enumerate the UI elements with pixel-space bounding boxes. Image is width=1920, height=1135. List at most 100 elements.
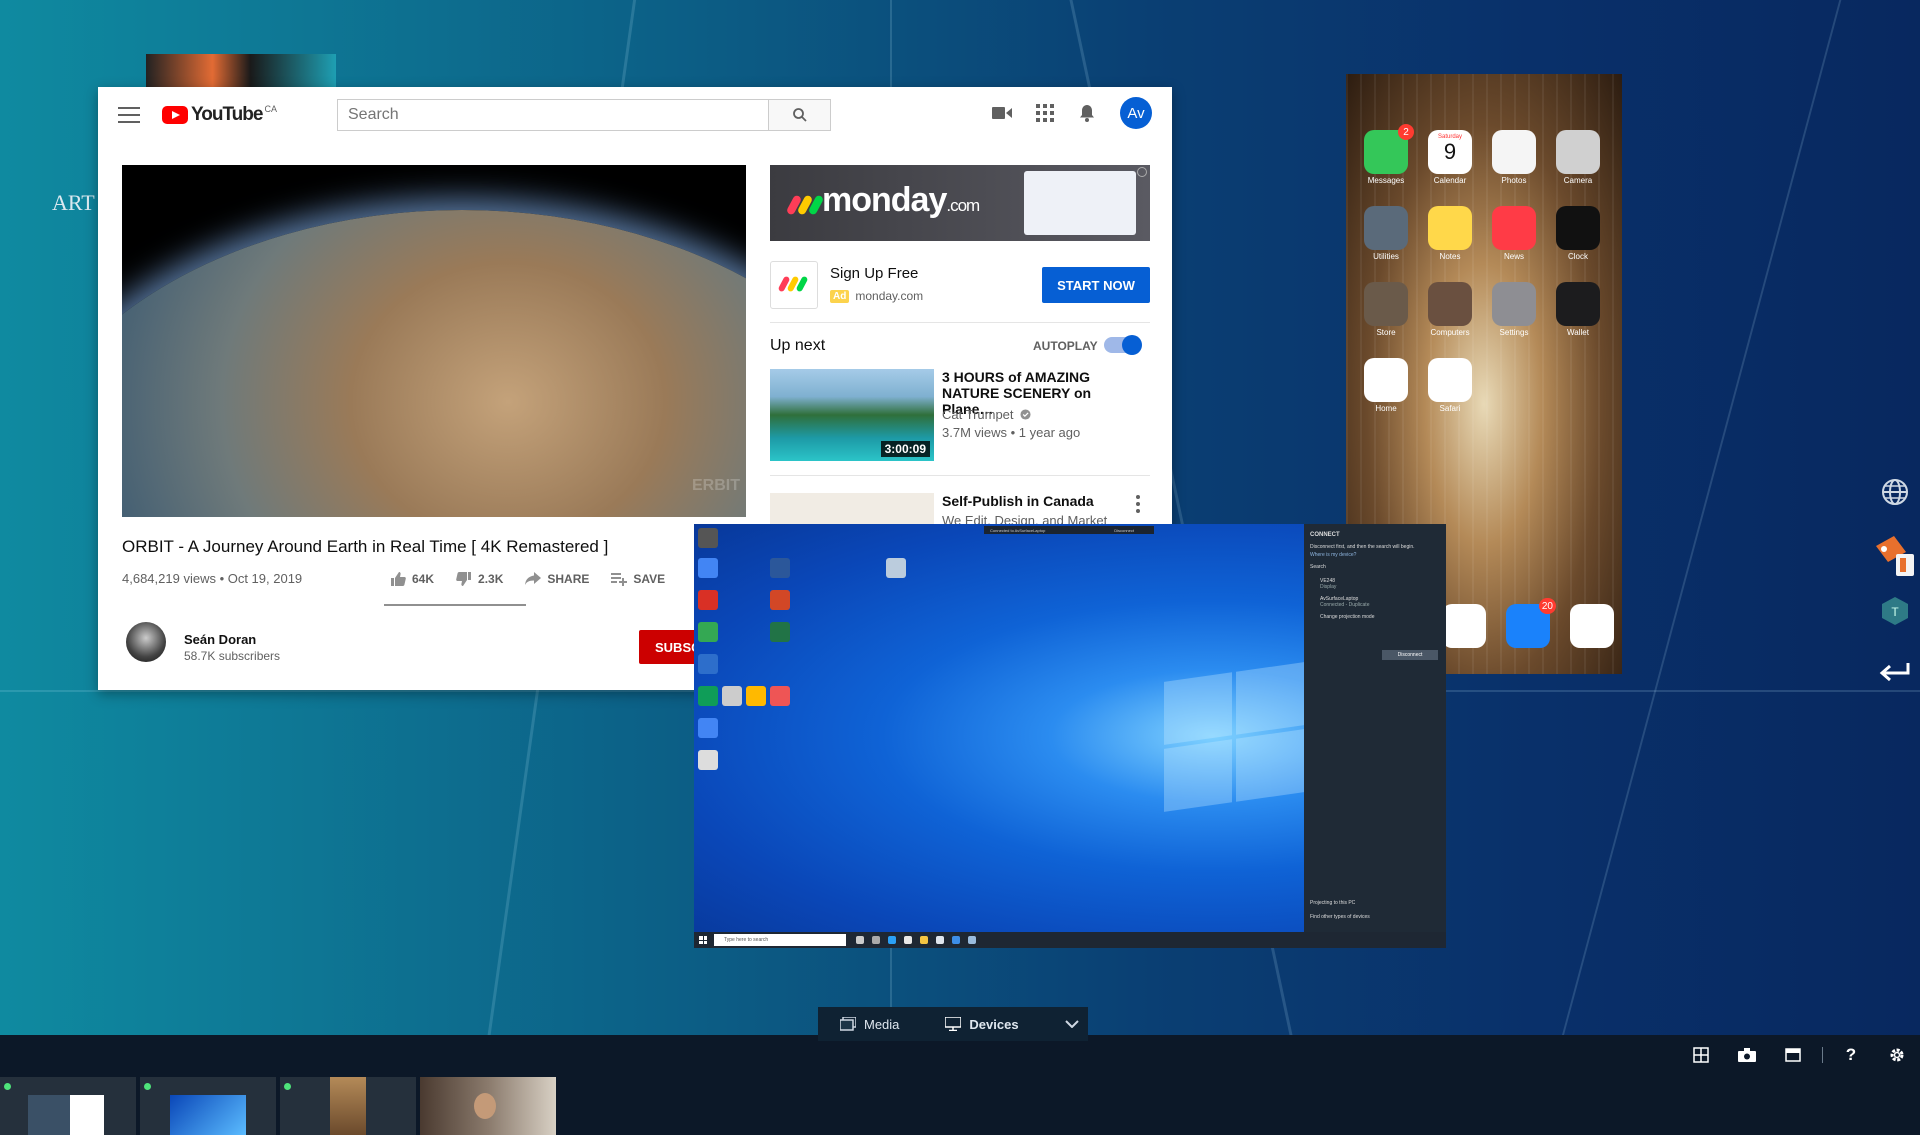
connect-footer2[interactable]: Find other types of devices xyxy=(1310,914,1370,920)
save-button[interactable]: SAVE xyxy=(611,572,665,586)
sticker-icon[interactable]: T xyxy=(1878,594,1912,628)
thumbnail-youtube[interactable] xyxy=(0,1077,136,1135)
monday-logo-icon xyxy=(785,194,825,216)
thumbnail-camera[interactable] xyxy=(420,1077,556,1135)
desktop-shortcut-icon[interactable] xyxy=(698,686,718,706)
globe-icon[interactable] xyxy=(1878,475,1912,509)
dock-icon-mail[interactable]: 20 xyxy=(1506,598,1556,648)
help-icon[interactable]: ? xyxy=(1828,1045,1874,1065)
chevron-down-icon[interactable] xyxy=(1064,1020,1079,1028)
cortana-icon[interactable] xyxy=(856,936,864,944)
connect-footer1[interactable]: Projecting to this PC xyxy=(1310,900,1355,906)
create-video-icon[interactable] xyxy=(992,106,1012,120)
app-icon-wallet[interactable]: Wallet xyxy=(1556,282,1600,337)
file-explorer-icon[interactable] xyxy=(920,936,928,944)
autoplay-label: AUTOPLAY xyxy=(1033,339,1098,353)
app-icon-notes[interactable]: Notes xyxy=(1428,206,1472,261)
desktop-shortcut-icon[interactable] xyxy=(698,622,718,642)
desktop-shortcut-icon[interactable] xyxy=(698,718,718,738)
account-avatar[interactable]: Av xyxy=(1120,97,1152,129)
channel-name[interactable]: Seán Doran xyxy=(184,632,256,647)
taskbar-search[interactable]: Type here to search xyxy=(714,934,846,946)
app-icon-calendar[interactable]: Saturday 9 Calendar xyxy=(1428,130,1472,185)
more-options-icon[interactable] xyxy=(1136,495,1140,513)
return-arrow-icon[interactable] xyxy=(1878,656,1912,690)
ad-brand-suffix: .com xyxy=(946,196,980,215)
layout-grid-icon[interactable] xyxy=(1678,1047,1724,1063)
app-icon-news[interactable]: News xyxy=(1492,206,1536,261)
ad-banner[interactable]: monday.com xyxy=(770,165,1150,241)
desktop-shortcut-icon[interactable] xyxy=(886,558,906,578)
camera-icon[interactable] xyxy=(1724,1048,1770,1062)
windows-start-icon[interactable] xyxy=(699,936,707,944)
app-icon-computers[interactable]: Computers xyxy=(1428,282,1472,337)
desktop-shortcut-icon[interactable] xyxy=(770,558,790,578)
desktop-shortcut-icon[interactable] xyxy=(770,590,790,610)
start-now-button[interactable]: START NOW xyxy=(1042,267,1150,303)
app-icon-messages[interactable]: 2 Messages xyxy=(1364,124,1414,185)
desktop-shortcut-icon[interactable] xyxy=(746,686,766,706)
search-button[interactable] xyxy=(768,100,830,130)
app-icon-settings[interactable]: Settings xyxy=(1492,282,1536,337)
youtube-logo[interactable]: YouTube CA xyxy=(162,104,277,126)
related-channel: Cat Trumpet xyxy=(942,407,1031,422)
desktop-shortcut-icon[interactable] xyxy=(698,590,718,610)
search-input[interactable] xyxy=(338,100,768,130)
apps-grid-icon[interactable] xyxy=(1036,104,1054,122)
app-icon-camera[interactable]: Camera xyxy=(1556,130,1600,185)
notifications-bell-icon[interactable] xyxy=(1078,103,1096,123)
app-icon-clock[interactable]: Clock xyxy=(1556,206,1600,261)
connect-search[interactable]: Search xyxy=(1310,564,1326,570)
chrome-icon[interactable] xyxy=(904,936,912,944)
connect-help-link[interactable]: Where is my device? xyxy=(1310,552,1356,558)
thumbs-up-icon xyxy=(391,572,406,586)
store-icon[interactable] xyxy=(936,936,944,944)
gear-icon[interactable] xyxy=(1874,1046,1920,1064)
channel-subscribers: 58.7K subscribers xyxy=(184,649,281,663)
mail-icon[interactable] xyxy=(952,936,960,944)
tab-media[interactable]: Media xyxy=(840,1017,899,1032)
related-thumbnail[interactable]: 3:00:09 xyxy=(770,369,934,461)
thumbs-down-icon xyxy=(456,572,472,586)
window-icon[interactable] xyxy=(1770,1048,1816,1062)
dock: 20 xyxy=(1442,598,1614,648)
tab-devices[interactable]: Devices xyxy=(945,1017,1019,1032)
thumbnail-windows[interactable] xyxy=(140,1077,276,1135)
app-icon-safari[interactable]: Safari xyxy=(1428,358,1472,413)
desktop-shortcut-icon[interactable] xyxy=(698,654,718,674)
app-icon-home[interactable]: Home xyxy=(1364,358,1408,413)
desktop-shortcut-icon[interactable] xyxy=(698,750,718,770)
desktop-shortcut-icon[interactable] xyxy=(770,686,790,706)
change-projection-link[interactable]: Change projection mode xyxy=(1320,614,1374,620)
thumbnail-ipad[interactable] xyxy=(280,1077,416,1135)
dock-icon-music[interactable] xyxy=(1570,604,1614,648)
autoplay-toggle[interactable] xyxy=(1104,335,1142,355)
desktop-shortcut-icon[interactable] xyxy=(770,622,790,642)
banner-disconnect-link[interactable]: Disconnect xyxy=(1114,528,1134,533)
desktop-shortcut-icon[interactable] xyxy=(698,558,718,578)
related-title[interactable]: Self-Publish in Canada xyxy=(942,493,1142,509)
app-icon-photos[interactable]: Photos xyxy=(1492,130,1536,185)
ad-info-icon[interactable] xyxy=(1137,167,1147,177)
disconnect-button[interactable]: Disconnect xyxy=(1382,650,1438,660)
connect-app-icon[interactable] xyxy=(968,936,976,944)
dislike-button[interactable]: 2.3K xyxy=(456,571,503,587)
draw-tools-icon[interactable] xyxy=(1870,530,1920,580)
source-tabs: Media Devices xyxy=(818,1007,1088,1041)
app-icon-utilities[interactable]: Utilities xyxy=(1364,206,1408,261)
windows-screen-window[interactable]: Connected to AvSurfaceLaptop Disconnect C… xyxy=(694,524,1446,948)
share-button[interactable]: SHARE xyxy=(525,572,589,586)
related-channel-name[interactable]: Cat Trumpet xyxy=(942,407,1014,422)
edge-icon[interactable] xyxy=(888,936,896,944)
video-player[interactable]: ERBIT xyxy=(122,165,746,517)
person-face xyxy=(474,1093,496,1119)
menu-icon[interactable] xyxy=(118,107,140,123)
task-view-icon[interactable] xyxy=(872,936,880,944)
app-icon-store[interactable]: Store xyxy=(1364,282,1408,337)
desktop-shortcut-icon[interactable] xyxy=(722,686,742,706)
dock-icon-chrome[interactable] xyxy=(1442,604,1486,648)
app-label: Photos xyxy=(1501,176,1527,185)
like-button[interactable]: 64K xyxy=(390,571,434,587)
channel-avatar[interactable] xyxy=(126,622,166,662)
desktop-shortcut-icon[interactable] xyxy=(698,528,718,548)
